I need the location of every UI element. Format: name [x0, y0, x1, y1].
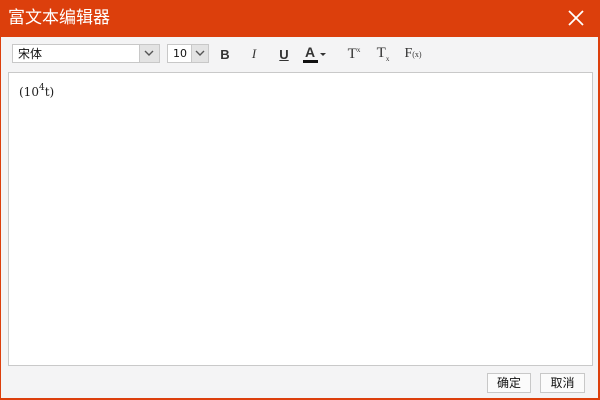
italic-icon: I — [251, 46, 257, 61]
cancel-button[interactable]: 取消 — [540, 373, 585, 393]
editor-content-area[interactable]: (104t) — [8, 72, 593, 366]
underline-icon: U — [279, 46, 289, 62]
formula-button[interactable]: F(x) — [401, 43, 425, 65]
bold-button[interactable]: B — [214, 43, 236, 65]
font-color-button[interactable]: A — [302, 43, 336, 65]
editor-text-after: t) — [44, 85, 55, 99]
close-icon — [568, 10, 584, 26]
superscript-button[interactable]: Tx — [343, 43, 365, 65]
subscript-button[interactable]: Tx — [372, 43, 394, 65]
font-color-icon: A — [302, 44, 318, 64]
chevron-down-icon — [195, 50, 205, 56]
underline-button[interactable]: U — [273, 43, 295, 65]
font-size-value: 10 — [173, 47, 187, 60]
font-color-swatch — [303, 60, 318, 63]
editor-superscript: 4 — [38, 83, 45, 93]
title-bar: 富文本编辑器 — [0, 0, 600, 37]
subscript-icon: Tx — [376, 45, 390, 63]
dialog-title: 富文本编辑器 — [8, 8, 110, 28]
formula-icon: F(x) — [404, 46, 422, 61]
font-family-value: 宋体 — [18, 47, 43, 61]
font-family-select[interactable]: 宋体 — [12, 44, 160, 63]
caret-down-icon — [320, 53, 326, 56]
bold-icon: B — [220, 46, 230, 62]
font-size-dropdown-button[interactable] — [191, 45, 208, 62]
editor-text-before: (10 — [19, 85, 39, 99]
font-size-select[interactable]: 10 — [167, 44, 209, 63]
dialog-body: 宋体 10 B I U A Tx Tx F(x) (104t) 确定 取消 — [1, 37, 598, 398]
chevron-down-icon — [144, 50, 154, 56]
rich-text-editor-dialog: 富文本编辑器 宋体 10 B I U A Tx Tx F(x) (104t) 确… — [0, 0, 600, 400]
editor-text: (104t) — [19, 81, 54, 100]
italic-button[interactable]: I — [243, 43, 265, 65]
superscript-icon: Tx — [347, 45, 361, 62]
font-family-dropdown-button[interactable] — [139, 45, 159, 62]
ok-button[interactable]: 确定 — [487, 373, 531, 393]
close-button[interactable] — [566, 8, 586, 28]
editor-toolbar: 宋体 10 B I U A Tx Tx F(x) — [1, 37, 598, 70]
